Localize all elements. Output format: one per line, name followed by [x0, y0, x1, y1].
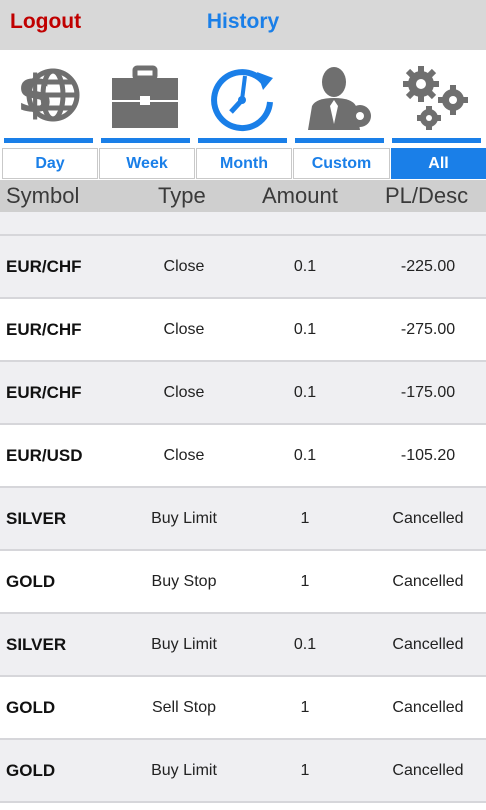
cell-pl: Cancelled — [392, 510, 464, 527]
cell-type: Close — [163, 258, 205, 275]
nav-underline — [198, 138, 287, 143]
nav-icon-bar: $ — [0, 50, 486, 145]
table-row[interactable]: EUR/CHF Close 0.1 -275.00 — [0, 299, 486, 362]
tab-week[interactable]: Week — [99, 148, 195, 179]
table-row[interactable]: EUR/CHF Close 0.1 -175.00 — [0, 362, 486, 425]
cell-amount: 0.1 — [293, 447, 317, 464]
table-row[interactable]: GOLD Sell Stop 1 Cancelled — [0, 677, 486, 740]
cell-amount: 1 — [300, 510, 310, 527]
cell-type: Close — [163, 321, 205, 338]
table-row[interactable]: SILVER Buy Limit 1 Cancelled — [0, 488, 486, 551]
cell-symbol: EUR/CHF — [6, 320, 82, 339]
cell-type: Close — [163, 384, 205, 401]
cell-type: Buy Limit — [151, 636, 217, 653]
cell-pl: Cancelled — [392, 762, 464, 779]
cell-amount: 0.1 — [293, 384, 317, 401]
cell-symbol: GOLD — [6, 698, 56, 717]
cell-amount: 0.1 — [293, 258, 317, 275]
cell-symbol: SILVER — [6, 509, 67, 528]
nav-currency[interactable]: $ — [0, 50, 97, 145]
cell-amount: 1 — [300, 699, 310, 716]
cell-amount: 0.1 — [293, 321, 317, 338]
table-header: Symbol Type Amount PL/Desc — [0, 180, 486, 212]
tab-month[interactable]: Month — [196, 148, 292, 179]
cell-symbol: EUR/USD — [6, 446, 83, 465]
cell-symbol: EUR/CHF — [6, 257, 82, 276]
top-bar: Logout History — [0, 0, 486, 50]
history-table: EUR/CHF Close 0.1 -225.00 EUR/CHF Close … — [0, 212, 486, 803]
currency-globe-icon: $ — [17, 65, 80, 125]
cell-type: Sell Stop — [151, 699, 217, 716]
nav-underline — [392, 138, 481, 143]
gears-icon — [403, 66, 468, 130]
nav-history[interactable] — [194, 50, 291, 145]
page-title: History — [206, 10, 280, 33]
cell-pl: -275.00 — [400, 321, 456, 338]
cell-pl: -225.00 — [400, 258, 456, 275]
cell-pl: Cancelled — [392, 573, 464, 590]
tab-custom[interactable]: Custom — [293, 148, 390, 179]
cell-pl: -175.00 — [400, 384, 456, 401]
cell-symbol: EUR/CHF — [6, 383, 82, 402]
cell-type: Buy Limit — [151, 510, 217, 527]
cell-pl: Cancelled — [392, 636, 464, 653]
cell-pl: Cancelled — [392, 699, 464, 716]
table-row[interactable]: EUR/USD Close 0.1 -105.20 — [0, 425, 486, 488]
column-header-symbol: Symbol — [6, 183, 80, 208]
table-row[interactable]: EUR/CHF Close 0.1 -225.00 — [0, 236, 486, 299]
cell-type: Close — [163, 447, 205, 464]
cell-type: Buy Limit — [151, 762, 217, 779]
tab-all[interactable]: All — [391, 148, 486, 179]
nav-portfolio[interactable] — [97, 50, 194, 145]
cell-amount: 0.1 — [293, 636, 317, 653]
cell-symbol: GOLD — [6, 572, 56, 591]
table-row[interactable]: GOLD Buy Limit 1 Cancelled — [0, 740, 486, 803]
briefcase-icon — [112, 65, 178, 128]
table-row[interactable]: GOLD Buy Stop 1 Cancelled — [0, 551, 486, 614]
nav-underline — [4, 138, 93, 143]
nav-account[interactable] — [291, 50, 388, 145]
column-header-amount: Amount — [262, 183, 338, 208]
cell-symbol: SILVER — [6, 635, 67, 654]
tab-day[interactable]: Day — [2, 148, 98, 179]
cell-amount: 1 — [300, 762, 310, 779]
period-tabs: Day Week Month Custom All — [0, 145, 486, 179]
nav-underline — [101, 138, 190, 143]
cell-pl: -105.20 — [400, 447, 456, 464]
user-settings-icon — [308, 67, 371, 130]
column-header-type: Type — [158, 183, 206, 208]
table-row[interactable]: SILVER Buy Limit 0.1 Cancelled — [0, 614, 486, 677]
cell-amount: 1 — [300, 573, 310, 590]
table-spacer — [0, 212, 486, 236]
column-header-pl: PL/Desc — [385, 183, 469, 208]
nav-settings[interactable] — [388, 50, 485, 145]
svg-text:$: $ — [17, 65, 53, 125]
nav-underline — [295, 138, 384, 143]
clock-refresh-icon — [211, 69, 273, 132]
cell-type: Buy Stop — [151, 573, 217, 590]
cell-symbol: GOLD — [6, 761, 56, 780]
